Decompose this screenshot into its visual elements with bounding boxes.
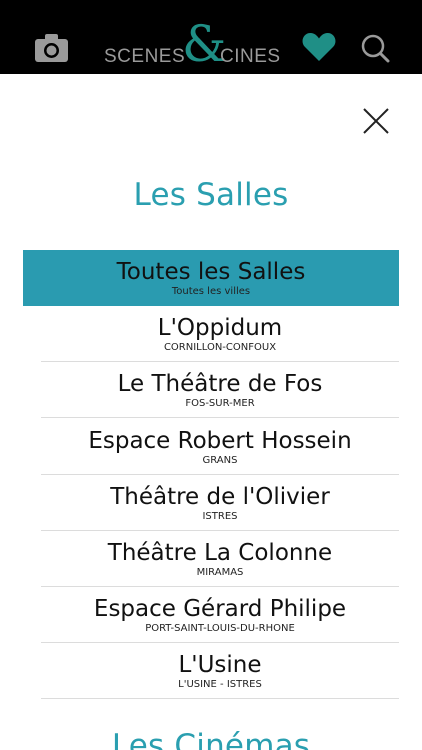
close-icon[interactable] <box>362 107 390 135</box>
cinemas-section-title: Les Cinémas <box>111 728 311 750</box>
venue-name: L'Usine <box>178 652 262 679</box>
venue-name: Théâtre La Colonne <box>107 540 333 566</box>
venue-name: Espace Gérard Philipe <box>93 596 347 623</box>
venue-city: L'USINE - ISTRES <box>178 679 262 691</box>
logo-word-scenes: SCENES <box>104 46 186 67</box>
venue-name: Toutes les Salles <box>116 259 306 285</box>
venue-item[interactable]: L'Usine L'USINE - ISTRES <box>41 643 399 700</box>
row-divider <box>41 698 399 700</box>
venue-name: L'Oppidum <box>157 315 283 342</box>
venue-city: Toutes les villes <box>171 286 251 297</box>
venue-city: CORNILLON-CONFOUX <box>163 342 277 354</box>
venue-name: Espace Robert Hossein <box>88 427 352 454</box>
venue-city: MIRAMAS <box>196 567 244 578</box>
camera-icon[interactable] <box>35 34 68 62</box>
top-bar: SCENES & CINES <box>0 0 422 74</box>
venue-city: ISTRES <box>202 510 238 522</box>
venue-name: Théâtre de l'Olivier <box>110 483 330 510</box>
venue-city: FOS-SUR-MER <box>185 398 255 410</box>
heart-icon[interactable] <box>302 32 336 62</box>
venue-item[interactable]: Le Théâtre de Fos FOS-SUR-MER <box>41 362 399 419</box>
venue-item[interactable]: Théâtre La Colonne MIRAMAS <box>41 531 399 587</box>
venue-item[interactable]: L'Oppidum CORNILLON-CONFOUX <box>41 306 399 363</box>
venue-name: Le Théâtre de Fos <box>117 371 323 398</box>
search-icon[interactable] <box>360 33 390 63</box>
venue-item-all[interactable]: Toutes les Salles Toutes les villes <box>23 250 399 306</box>
venue-item[interactable]: Espace Robert Hossein GRANS <box>41 419 399 475</box>
venue-item[interactable]: Théâtre de l'Olivier ISTRES <box>41 475 399 531</box>
venue-item[interactable]: Espace Gérard Philipe PORT-SAINT-LOUIS-DU… <box>41 587 399 644</box>
salles-section-title: Les Salles <box>133 177 289 213</box>
venue-city: PORT-SAINT-LOUIS-DU-RHONE <box>145 623 295 635</box>
app-logo[interactable]: SCENES & CINES <box>104 16 284 72</box>
logo-word-cines: CINES <box>220 46 281 67</box>
venue-city: GRANS <box>202 454 238 466</box>
